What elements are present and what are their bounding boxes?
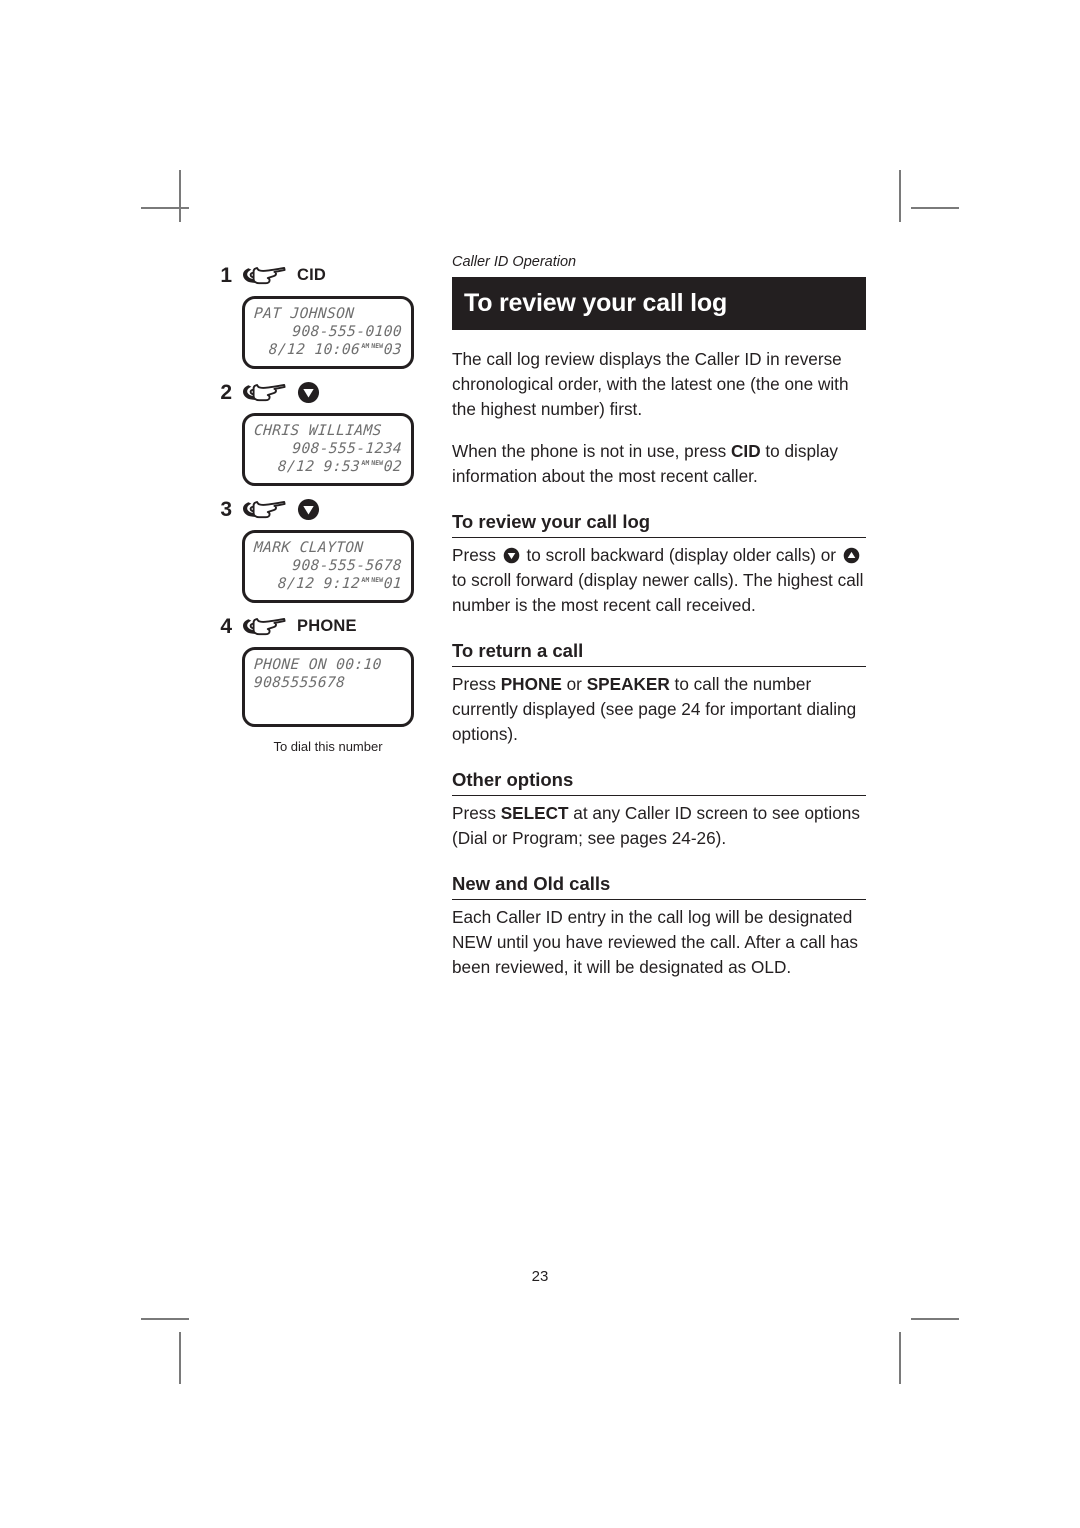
review-middle: to scroll backward (display older calls)… xyxy=(521,545,841,565)
lcd-caller-number: 908-555-5678 xyxy=(291,558,403,574)
lcd-call-number: 03 xyxy=(383,342,403,358)
illustration-caption: To dial this number xyxy=(273,739,383,754)
lcd-dialed-number: 9085555678 xyxy=(253,675,346,691)
content-column: Caller ID Operation To review your call … xyxy=(452,254,866,997)
lcd-time: 9:53 xyxy=(323,459,361,475)
key-label-phone: PHONE xyxy=(500,674,562,694)
step-number: 3 xyxy=(220,497,232,521)
page-title: To review your call log xyxy=(464,289,728,317)
step-label-cid: CID xyxy=(297,265,327,284)
review-prefix: Press xyxy=(452,545,501,565)
lcd-meridiem-indicator: AM xyxy=(361,459,370,467)
page-number: 23 xyxy=(531,1268,549,1285)
step-number: 2 xyxy=(220,380,232,404)
section-paragraph-new-and-old-calls: Each Caller ID entry in the call log wil… xyxy=(452,907,859,977)
lcd-new-indicator: NEW xyxy=(370,342,384,350)
section-paragraph-return-a-call: Press PHONE or SPEAKER to call the numbe… xyxy=(452,672,866,747)
lcd-caller-name: PAT JOHNSON xyxy=(253,306,355,322)
step-row-2: 2 xyxy=(212,375,424,409)
lcd-time: 9:12 xyxy=(323,576,361,592)
lcd-caller-name: MARK CLAYTON xyxy=(253,540,365,556)
scroll-up-arrow-icon xyxy=(843,547,860,564)
lcd-screen-2: CHRIS WILLIAMS 908-555-1234 8/12 9:53 AM… xyxy=(242,413,414,486)
lcd-new-indicator: NEW xyxy=(370,459,384,467)
page-title-bar: To review your call log xyxy=(452,277,866,330)
lcd-timestamp-row: 8/12 9:53 AM NEW 02 xyxy=(253,458,402,476)
section-heading-other-options: Other options xyxy=(452,769,866,796)
key-label-cid: CID xyxy=(731,441,761,461)
lcd-caller-name: CHRIS WILLIAMS xyxy=(253,423,383,439)
section-heading-review-call-log: To review your call log xyxy=(452,511,866,538)
pointing-hand-icon xyxy=(243,383,286,402)
return-prefix: Press xyxy=(452,674,501,694)
pointing-hand-icon xyxy=(243,500,286,519)
step-row-3: 3 xyxy=(212,492,424,526)
lcd-phone-status-line: PHONE ON 00:10 xyxy=(253,657,383,673)
lcd-time: 10:06 xyxy=(313,342,361,358)
step-row-1: 1 CID xyxy=(212,258,424,292)
lcd-timestamp-row: 8/12 9:12 AM NEW 01 xyxy=(253,575,402,593)
lcd-date: 8/12 xyxy=(277,459,316,475)
lcd-meridiem-indicator: AM xyxy=(361,576,370,584)
return-conjunction: or xyxy=(561,674,587,694)
lcd-screen-3: MARK CLAYTON 908-555-5678 8/12 9:12 AM N… xyxy=(242,530,414,603)
section-paragraph-other-options: Press SELECT at any Caller ID screen to … xyxy=(452,801,866,851)
scroll-down-arrow-icon xyxy=(297,498,320,520)
lcd-caller-number: 908-555-1234 xyxy=(291,441,403,457)
section-paragraph-review-call-log: Press to scroll backward (display older … xyxy=(452,543,866,618)
lcd-date: 8/12 xyxy=(277,576,316,592)
intro-paragraph-1: The call log review displays the Caller … xyxy=(452,349,849,419)
step-number: 4 xyxy=(220,614,232,638)
lcd-timestamp-row: 8/12 10:06 AM NEW 03 xyxy=(253,341,402,359)
step-number: 1 xyxy=(220,263,232,287)
running-head: Caller ID Operation xyxy=(452,254,577,270)
intro-paragraph-2: When the phone is not in use, press CID … xyxy=(452,439,866,489)
pointing-hand-icon xyxy=(243,617,286,636)
pointing-hand-icon xyxy=(243,266,286,285)
lcd-screen-phone-on: PHONE ON 00:10 9085555678 xyxy=(242,647,414,727)
intro-p2-prefix: When the phone is not in use, press xyxy=(452,441,731,461)
lcd-screen-1: PAT JOHNSON 908-555-0100 8/12 10:06 AM N… xyxy=(242,296,414,369)
step-illustration-column: 1 CID PAT JOHNSON 908-555-0100 8/12 10:0… xyxy=(212,258,424,754)
key-label-select: SELECT xyxy=(500,803,569,823)
scroll-down-arrow-icon xyxy=(297,381,320,403)
manual-page: 1 CID PAT JOHNSON 908-555-0100 8/12 10:0… xyxy=(0,0,1080,1528)
lcd-date: 8/12 xyxy=(268,342,306,358)
step-row-4: 4 PHONE xyxy=(212,609,424,643)
lcd-new-indicator: NEW xyxy=(370,576,384,584)
review-suffix: to scroll forward (display newer calls).… xyxy=(452,570,864,615)
section-heading-return-a-call: To return a call xyxy=(452,640,866,667)
other-prefix: Press xyxy=(452,803,501,823)
lcd-caller-number: 908-555-0100 xyxy=(291,324,403,340)
lcd-call-number: 01 xyxy=(383,576,403,592)
step-label-phone: PHONE xyxy=(297,616,357,635)
lcd-call-number: 02 xyxy=(383,459,403,475)
section-heading-new-and-old-calls: New and Old calls xyxy=(452,873,866,900)
key-label-speaker: SPEAKER xyxy=(586,674,670,694)
scroll-down-arrow-icon xyxy=(503,547,520,564)
lcd-meridiem-indicator: AM xyxy=(361,342,370,350)
